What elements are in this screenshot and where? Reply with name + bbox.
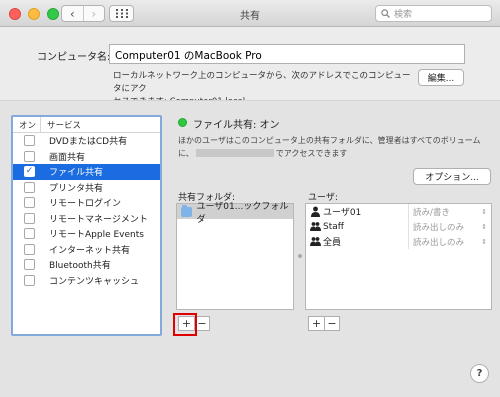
user-row[interactable]: 全員 読み出しのみ ⇕ bbox=[306, 234, 491, 249]
service-checkbox[interactable] bbox=[24, 259, 35, 271]
folder-icon bbox=[181, 204, 193, 217]
status-indicator-icon bbox=[178, 118, 187, 127]
title-bar: ‹ › 共有 検索 bbox=[0, 0, 500, 27]
service-label: インターネット共有 bbox=[49, 245, 131, 256]
on-column-header: オン bbox=[13, 117, 41, 132]
service-item[interactable]: 画面共有 bbox=[13, 149, 160, 165]
remove-user-button[interactable]: − bbox=[324, 317, 339, 330]
service-item[interactable]: プリンタ共有 bbox=[13, 180, 160, 196]
group-icon bbox=[310, 237, 321, 246]
service-checkbox[interactable] bbox=[24, 181, 35, 193]
status-desc-line2-prefix: に、 bbox=[178, 149, 194, 158]
user-name: Staff bbox=[323, 221, 344, 232]
users-list[interactable]: ユーザ01 読み/書き ⇕ Staff 読み出しのみ ⇕ 全員 読み出しのみ ⇕ bbox=[305, 203, 492, 310]
user-name: 全員 bbox=[323, 238, 342, 248]
redacted-address bbox=[195, 149, 274, 157]
user-name-cell: ユーザ01 bbox=[306, 204, 409, 219]
status-desc-line2-suffix: でアクセスできます bbox=[275, 149, 348, 158]
search-field[interactable]: 検索 bbox=[375, 5, 492, 22]
service-item[interactable]: コンテンツキャッシュ bbox=[13, 273, 160, 289]
highlight-annotation bbox=[173, 313, 197, 336]
description-line1: ローカルネットワーク上のコンピュータから、次のアドレスでこのコンピュータにアク bbox=[113, 71, 411, 94]
service-label: コンテンツキャッシュ bbox=[49, 276, 140, 287]
service-column-header: サービス bbox=[47, 120, 82, 131]
service-label: リモートマネージメント bbox=[49, 214, 148, 225]
computer-name-label: コンピュータ名: bbox=[37, 52, 111, 63]
service-label: 画面共有 bbox=[49, 152, 86, 163]
popup-arrows-icon: ⇕ bbox=[481, 237, 487, 246]
service-checkbox[interactable] bbox=[24, 212, 35, 224]
computer-name-field[interactable]: Computer01 のMacBook Pro bbox=[109, 44, 465, 64]
service-item[interactable]: リモートログイン bbox=[13, 195, 160, 211]
shared-folder-name: ユーザ01...ックフォルダ bbox=[196, 201, 289, 225]
popup-arrows-icon: ⇕ bbox=[481, 222, 487, 231]
split-view-handle[interactable] bbox=[298, 254, 302, 258]
user-row[interactable]: ユーザ01 読み/書き ⇕ bbox=[306, 204, 491, 219]
user-name: ユーザ01 bbox=[323, 208, 362, 218]
service-item[interactable]: ✓ ファイル共有 bbox=[13, 164, 160, 180]
service-checkbox[interactable] bbox=[24, 197, 35, 209]
service-item[interactable]: インターネット共有 bbox=[13, 242, 160, 258]
permission-popup[interactable]: 読み/書き ⇕ bbox=[409, 206, 491, 218]
shared-folders-list[interactable]: ユーザ01...ックフォルダ bbox=[176, 202, 294, 310]
file-sharing-description: ほかのユーザはこのコンピュータ上の共有フォルダに、管理者はすべてのボリューム に… bbox=[178, 134, 494, 160]
help-button[interactable]: ? bbox=[470, 364, 489, 383]
service-item[interactable]: Bluetooth共有 bbox=[13, 257, 160, 273]
permission-value: 読み出しのみ bbox=[413, 237, 465, 248]
service-checkbox[interactable] bbox=[24, 228, 35, 240]
service-rows: DVDまたはCD共有 画面共有 ✓ ファイル共有 プリンタ共有リモートログインリモートマ… bbox=[13, 133, 160, 288]
users-label: ユーザ: bbox=[308, 193, 338, 203]
services-header: オン サービス bbox=[13, 117, 160, 133]
permission-popup[interactable]: 読み出しのみ ⇕ bbox=[409, 236, 491, 248]
service-label: プリンタ共有 bbox=[49, 183, 104, 194]
options-button[interactable]: オプション... bbox=[413, 168, 491, 185]
add-user-button[interactable]: + bbox=[309, 317, 324, 330]
service-label: Bluetooth共有 bbox=[49, 261, 111, 272]
permission-value: 読み出しのみ bbox=[413, 222, 465, 233]
user-add-remove: + − bbox=[308, 316, 340, 331]
service-label: DVDまたはCD共有 bbox=[49, 137, 128, 148]
magnifier-icon bbox=[381, 9, 390, 18]
search-placeholder: 検索 bbox=[394, 10, 413, 20]
group-icon bbox=[310, 222, 321, 231]
service-item[interactable]: リモートマネージメント bbox=[13, 211, 160, 227]
service-label: ファイル共有 bbox=[49, 168, 104, 179]
user-name-cell: Staff bbox=[306, 219, 409, 234]
service-item[interactable]: リモートApple Events bbox=[13, 226, 160, 242]
status-desc-line1: ほかのユーザはこのコンピュータ上の共有フォルダに、管理者はすべてのボリューム bbox=[178, 136, 481, 145]
service-label: リモートログイン bbox=[49, 199, 122, 210]
service-label: リモートApple Events bbox=[49, 230, 144, 241]
shared-folder-item[interactable]: ユーザ01...ックフォルダ bbox=[177, 202, 293, 225]
user-name-cell: 全員 bbox=[306, 234, 409, 249]
service-checkbox[interactable] bbox=[24, 150, 35, 162]
permission-value: 読み/書き bbox=[413, 207, 450, 218]
service-checkbox[interactable]: ✓ bbox=[24, 166, 35, 178]
edit-button[interactable]: 編集... bbox=[418, 69, 464, 86]
service-checkbox[interactable] bbox=[24, 243, 35, 255]
file-sharing-status: ファイル共有: オン bbox=[193, 120, 280, 131]
person-icon bbox=[311, 206, 320, 217]
service-checkbox[interactable] bbox=[24, 274, 35, 286]
services-list[interactable]: オン サービス DVDまたはCD共有 画面共有 ✓ ファイル共有 プリンタ共有リモートロ… bbox=[11, 115, 162, 336]
user-row[interactable]: Staff 読み出しのみ ⇕ bbox=[306, 219, 491, 234]
service-checkbox[interactable] bbox=[24, 135, 35, 147]
permission-popup[interactable]: 読み出しのみ ⇕ bbox=[409, 221, 491, 233]
service-item[interactable]: DVDまたはCD共有 bbox=[13, 133, 160, 149]
popup-arrows-icon: ⇕ bbox=[481, 207, 487, 216]
